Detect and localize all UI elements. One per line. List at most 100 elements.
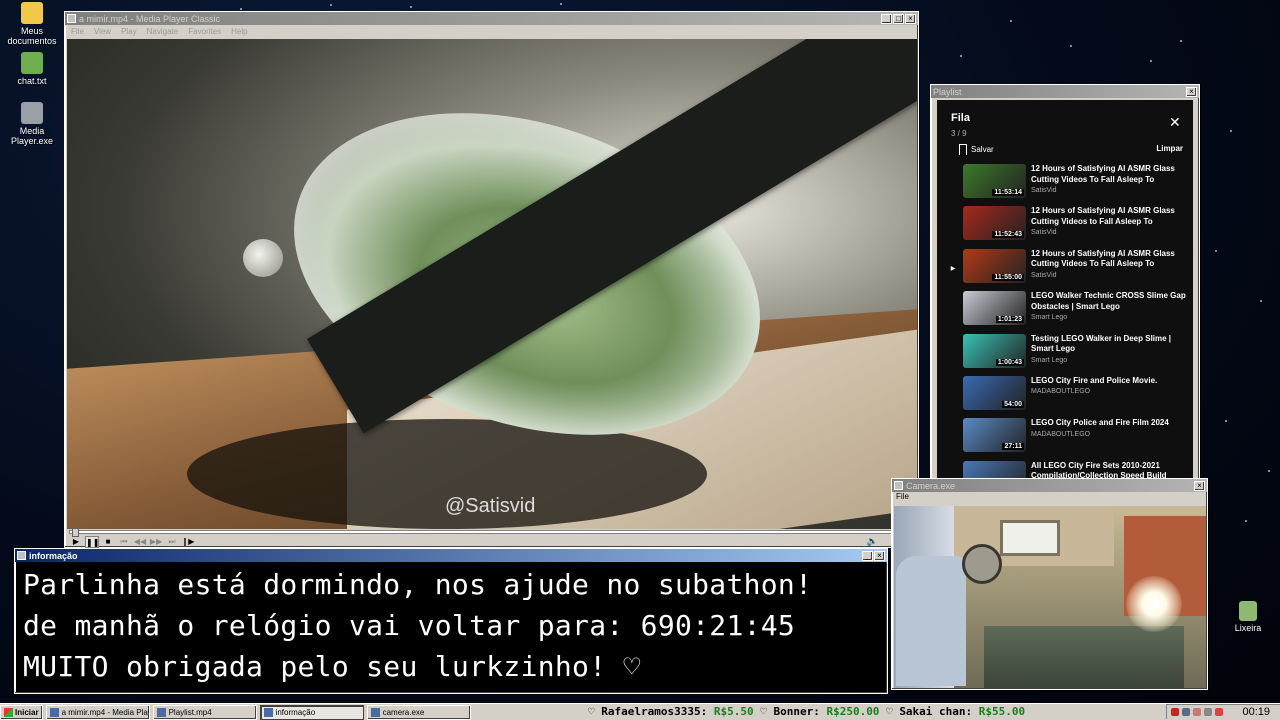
video-title: 12 Hours of Satisfying AI ASMR Glass Cut… [1031,248,1175,269]
video-duration: 11:55:00 [992,273,1024,281]
video-thumbnail[interactable]: 54:00 [963,375,1026,410]
desktop-icon-documents[interactable]: Meus documentos [1,2,63,46]
next-button[interactable]: ⏭ [165,536,179,548]
video-title: 12 Hours of Satisfying AI ASMR Glass Cut… [1031,164,1175,184]
tray-icon-settings[interactable] [1193,708,1202,716]
previous-button[interactable]: ⏮ [117,536,131,548]
media-player-app-icon [67,14,76,23]
video-meta: Testing LEGO Walker in Deep Slime | Smar… [1026,334,1186,376]
video-duration: 1:00:43 [995,358,1024,366]
info-title: informação [29,550,78,561]
windows-logo-icon [4,707,13,717]
close-button[interactable]: × [874,550,885,561]
frame-step-button[interactable]: ❙▶ [181,536,195,548]
video-channel: Smart Lego [1031,356,1068,364]
tray-icon-shield[interactable] [1171,708,1180,716]
menu-favorites[interactable]: Favorites [188,27,221,36]
donation-amount: R$5.50 [713,705,754,718]
tray-icon-network[interactable] [1182,708,1191,716]
tray-icon-volume[interactable] [1204,708,1213,716]
video-thumbnail[interactable]: 11:52:43 [963,206,1026,241]
star [410,6,412,8]
video-title: LEGO City Police and Fire Film 2024 [1031,418,1169,428]
minimize-button[interactable]: _ [881,13,892,24]
video-thumbnail[interactable]: 11:55:00 [963,248,1026,283]
video-duration: 11:52:43 [992,231,1024,239]
desktop-icon-chat[interactable]: chat.txt [1,52,63,86]
pause-button[interactable]: ❚❚ [85,536,99,548]
star [240,8,242,10]
maximize-button[interactable]: □ [893,13,904,24]
menu-help[interactable]: Help [231,27,247,36]
now-playing-icon [943,164,963,206]
star [1010,20,1012,22]
playlist-item[interactable]: 27:11 LEGO City Police and Fire Film 2024… [943,418,1187,460]
video-channel: MADABOUTLEGO [1031,388,1091,396]
video-meta: 12 Hours of Satisfying AI ASMR Glass Cut… [1026,206,1186,248]
close-button[interactable]: × [905,13,916,24]
lamp-light [1126,576,1182,632]
star [1230,130,1232,132]
video-thumbnail[interactable]: 27:11 [963,418,1026,453]
heart-icon: ♡ [886,705,900,718]
rewind-button[interactable]: ◀◀ [133,536,147,548]
close-button[interactable]: × [1186,86,1197,97]
menu-file[interactable]: File [896,492,909,501]
save-label: Salvar [971,145,994,154]
menu-view[interactable]: View [94,27,111,36]
video-thumbnail[interactable]: 1:01:23 [963,291,1026,326]
task-media-player[interactable]: a mimir.mp4 - Media Playe... [45,704,150,720]
video-frame[interactable]: @Satisvid [67,39,917,529]
playlist-item[interactable]: 1:01:23 LEGO Walker Technic CROSS Slime G… [943,291,1187,333]
task-info[interactable]: informação [259,704,364,720]
playlist-titlebar[interactable]: Playlist × [931,85,1199,98]
seek-bar[interactable] [69,528,915,537]
media-player-menubar: File View Play Navigate Favorites Help [65,25,918,38]
playlist-window[interactable]: Playlist × Fila 3 / 9 ✕ Salvar Limpar 11… [930,84,1200,482]
playback-controls: ▶ ❚❚ ■ ⏮ ◀◀ ▶▶ ⏭ ❙▶ [69,536,195,548]
star [330,4,332,6]
menu-file[interactable]: File [71,27,84,36]
now-playing-icon [943,418,963,460]
media-player-titlebar[interactable]: a mimir.mp4 - Media Player Classic _ □ × [65,12,918,25]
camera-window[interactable]: Camera.exe × File [891,478,1208,690]
stop-button[interactable]: ■ [101,536,115,548]
desktop-icon-media-player[interactable]: Media Player.exe [1,102,63,146]
volume-icon[interactable]: 🔈 [867,536,878,547]
play-button[interactable]: ▶ [69,536,83,548]
video-thumbnail[interactable]: 11:53:14 [963,164,1026,198]
video-meta: LEGO Walker Technic CROSS Slime Gap Obst… [1026,291,1186,333]
task-label: informação [275,707,316,717]
notepad-icon [21,52,43,74]
playlist-item[interactable]: 1:00:43 Testing LEGO Walker in Deep Slime… [943,333,1187,376]
heart-icon: ♡ [588,705,602,718]
start-button[interactable]: Iniciar [0,704,43,720]
menu-play[interactable]: Play [121,27,137,36]
close-icon[interactable]: ✕ [1169,114,1181,131]
donation-amount: R$250.00 [826,705,880,718]
task-playlist[interactable]: Playlist.mp4 [152,704,257,720]
playlist-item[interactable]: ▶ 11:55:00 12 Hours of Satisfying AI ASMR … [943,248,1187,291]
playlist-item[interactable]: 54:00 LEGO City Fire and Police Movie. MAD… [943,375,1187,418]
menu-navigate[interactable]: Navigate [147,27,179,36]
playlist-item[interactable]: 11:53:14 12 Hours of Satisfying AI ASMR G… [943,164,1187,206]
fast-forward-button[interactable]: ▶▶ [149,536,163,548]
media-player-window[interactable]: a mimir.mp4 - Media Player Classic _ □ ×… [64,11,919,548]
now-playing-icon [943,206,963,248]
clear-button[interactable]: Limpar [1156,144,1183,153]
playlist-item[interactable]: 11:52:43 12 Hours of Satisfying AI ASMR G… [943,206,1187,248]
donation-ticker: ♡ Rafaelramos3335: R$5.50 ♡ Bonner: R$25… [588,703,1164,720]
desktop-icon-recycle-bin[interactable]: Lixeira [1217,601,1279,633]
tray-icon-update[interactable] [1215,708,1224,716]
video-title: Testing LEGO Walker in Deep Slime | Smar… [1031,333,1172,354]
camera-titlebar[interactable]: Camera.exe × [892,479,1207,492]
video-thumbnail[interactable]: 1:00:43 [963,333,1026,368]
minimize-button[interactable]: _ [862,550,873,561]
close-button[interactable]: × [1194,480,1205,491]
info-window[interactable]: informação _ × Parlinha está dormindo, n… [14,548,888,694]
now-playing-icon [943,334,963,376]
camera-feed [894,506,1206,688]
info-titlebar[interactable]: informação _ × [15,549,887,562]
save-button[interactable]: Salvar [959,144,994,155]
task-camera[interactable]: camera.exe [366,704,471,720]
